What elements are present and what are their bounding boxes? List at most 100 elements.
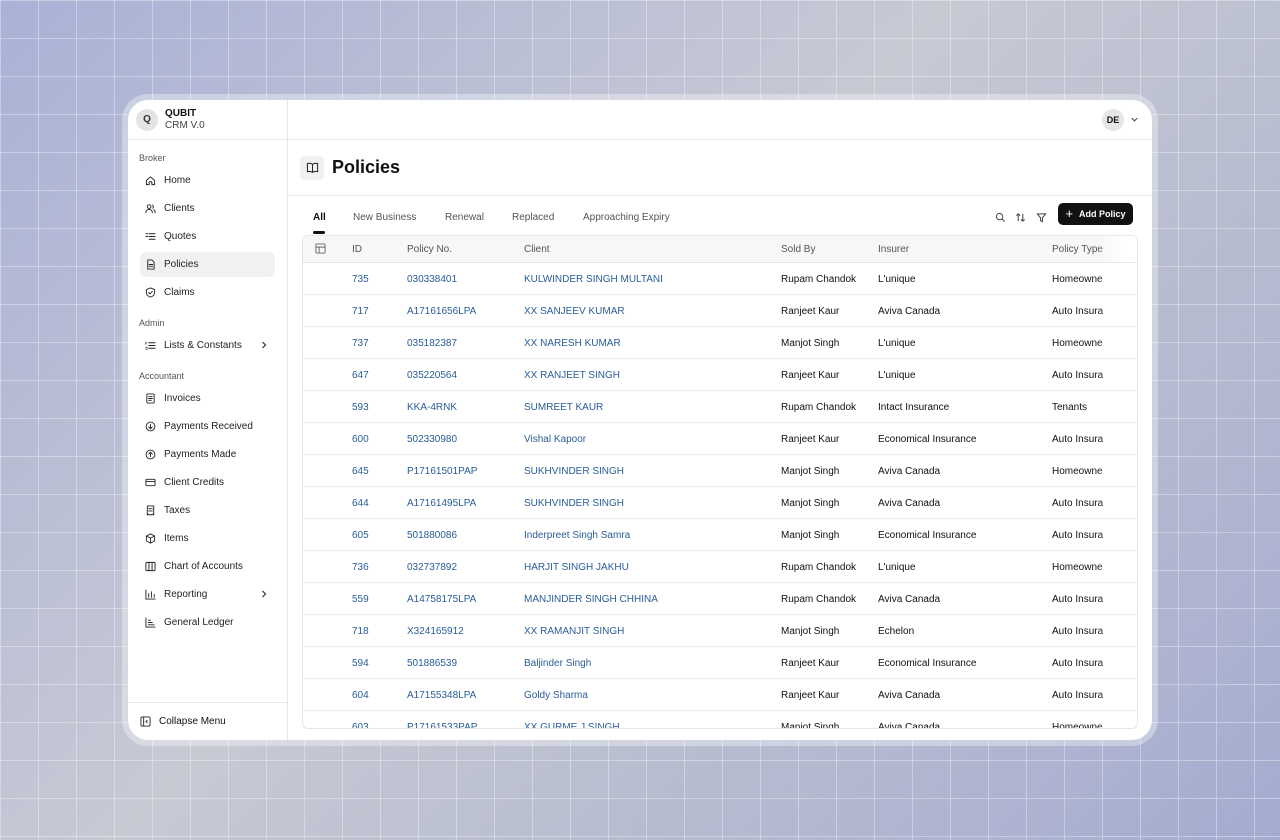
cell-client[interactable]: Baljinder Singh: [524, 658, 591, 669]
sidebar-item-lists-constants[interactable]: Lists & Constants: [140, 333, 275, 358]
cell-client[interactable]: SUKHVINDER SINGH: [524, 466, 624, 477]
column-header-policy-type[interactable]: Policy Type: [1052, 244, 1103, 255]
cell-id[interactable]: 647: [352, 370, 369, 381]
tab-replaced[interactable]: Replaced: [512, 212, 554, 223]
search-icon[interactable]: [995, 212, 1006, 223]
table-row[interactable]: 600 502330980 Vishal Kapoor Ranjeet Kaur Eco…: [303, 423, 1137, 455]
cell-policy-no[interactable]: 032737892: [407, 562, 457, 573]
table-row[interactable]: 644 A17161495LPA SUKHVINDER SINGH Manjot Si…: [303, 487, 1137, 519]
cell-policy-no[interactable]: A17155348LPA: [407, 690, 476, 701]
cell-client[interactable]: XX RAMANJIT SINGH: [524, 626, 624, 637]
cell-policy-no[interactable]: 501886539: [407, 658, 457, 669]
sidebar-item-quotes[interactable]: Quotes: [140, 224, 275, 249]
cell-sold-by: Ranjeet Kaur: [781, 658, 840, 669]
cell-id[interactable]: 600: [352, 434, 369, 445]
sidebar-item-payments-made[interactable]: Payments Made: [140, 442, 275, 467]
cell-policy-no[interactable]: P17161533PAP: [407, 722, 477, 728]
cell-client[interactable]: Inderpreet Singh Samra: [524, 530, 630, 541]
filter-icon[interactable]: [1036, 212, 1047, 223]
brand[interactable]: Q QUBIT CRM V.0: [128, 100, 287, 140]
column-header-client[interactable]: Client: [524, 244, 550, 255]
cell-client[interactable]: KULWINDER SINGH MULTANI: [524, 274, 663, 285]
user-avatar[interactable]: DE: [1102, 109, 1124, 131]
table-row[interactable]: 603 P17161533PAP XX GURME J SINGH Manjot Si…: [303, 711, 1137, 729]
sidebar-item-policies[interactable]: Policies: [140, 252, 275, 277]
cell-client[interactable]: XX GURME J SINGH: [524, 722, 620, 728]
cell-policy-no[interactable]: P17161501PAP: [407, 466, 477, 477]
sidebar-item-clients[interactable]: Clients: [140, 196, 275, 221]
table-row[interactable]: 737 035182387 XX NARESH KUMAR Manjot Singh L…: [303, 327, 1137, 359]
sidebar-item-client-credits[interactable]: Client Credits: [140, 470, 275, 495]
cell-client[interactable]: Vishal Kapoor: [524, 434, 586, 445]
cell-client[interactable]: XX SANJEEV KUMAR: [524, 306, 625, 317]
chevron-down-icon[interactable]: [1130, 115, 1139, 124]
table-row[interactable]: 717 A17161656LPA XX SANJEEV KUMAR Ranjeet K…: [303, 295, 1137, 327]
cell-policy-no[interactable]: 035220564: [407, 370, 457, 381]
cell-policy-no[interactable]: A17161495LPA: [407, 498, 476, 509]
sidebar-item-claims[interactable]: Claims: [140, 280, 275, 305]
cell-id[interactable]: 559: [352, 594, 369, 605]
cell-client[interactable]: MANJINDER SINGH CHHINA: [524, 594, 658, 605]
cell-client[interactable]: Goldy Sharma: [524, 690, 588, 701]
add-policy-button[interactable]: + Add Policy: [1058, 203, 1133, 225]
cell-client[interactable]: XX RANJEET SINGH: [524, 370, 620, 381]
column-header-id[interactable]: ID: [352, 244, 362, 255]
sidebar-item-items[interactable]: Items: [140, 526, 275, 551]
sidebar-item-reporting[interactable]: Reporting: [140, 582, 275, 607]
column-header-insurer[interactable]: Insurer: [878, 244, 909, 255]
cell-id[interactable]: 736: [352, 562, 369, 573]
cell-client[interactable]: HARJIT SINGH JAKHU: [524, 562, 629, 573]
cell-id[interactable]: 644: [352, 498, 369, 509]
cell-policy-no[interactable]: X324165912: [407, 626, 464, 637]
cell-id[interactable]: 737: [352, 338, 369, 349]
table-row[interactable]: 559 A14758175LPA MANJINDER SINGH CHHINA Rup…: [303, 583, 1137, 615]
table-row[interactable]: 736 032737892 HARJIT SINGH JAKHU Rupam Chan…: [303, 551, 1137, 583]
sidebar-item-general-ledger[interactable]: General Ledger: [140, 610, 275, 635]
cell-policy-no[interactable]: 030338401: [407, 274, 457, 285]
cell-policy-no[interactable]: A17161656LPA: [407, 306, 476, 317]
tab-renewal[interactable]: Renewal: [445, 212, 484, 223]
table-row[interactable]: 735 030338401 KULWINDER SINGH MULTANI Rupam…: [303, 263, 1137, 295]
cell-policy-no[interactable]: 502330980: [407, 434, 457, 445]
cell-id[interactable]: 603: [352, 722, 369, 728]
cell-id[interactable]: 717: [352, 306, 369, 317]
sidebar-item-home[interactable]: Home: [140, 168, 275, 193]
invoice-icon: [145, 393, 156, 404]
cell-policy-no[interactable]: 501880086: [407, 530, 457, 541]
sidebar-item-taxes[interactable]: Taxes: [140, 498, 275, 523]
cell-id[interactable]: 718: [352, 626, 369, 637]
table-row[interactable]: 645 P17161501PAP SUKHVINDER SINGH Manjot Si…: [303, 455, 1137, 487]
table-row[interactable]: 718 X324165912 XX RAMANJIT SINGH Manjot Sin…: [303, 615, 1137, 647]
cell-policy-no[interactable]: A14758175LPA: [407, 594, 476, 605]
column-header-policy-no[interactable]: Policy No.: [407, 244, 452, 255]
cell-id[interactable]: 593: [352, 402, 369, 413]
cell-id[interactable]: 645: [352, 466, 369, 477]
cell-id[interactable]: 604: [352, 690, 369, 701]
tab-all[interactable]: All: [313, 212, 326, 223]
table-row[interactable]: 647 035220564 XX RANJEET SINGH Ranjeet Kaur…: [303, 359, 1137, 391]
column-header-sold-by[interactable]: Sold By: [781, 244, 815, 255]
table-row[interactable]: 604 A17155348LPA Goldy Sharma Ranjeet Kaur A…: [303, 679, 1137, 711]
arrow-down-circle-icon: [145, 421, 156, 432]
cell-policy-no[interactable]: 035182387: [407, 338, 457, 349]
tab-new-business[interactable]: New Business: [353, 212, 416, 223]
cell-sold-by: Rupam Chandok: [781, 594, 857, 605]
cell-client[interactable]: XX NARESH KUMAR: [524, 338, 621, 349]
column-settings-icon[interactable]: [315, 243, 326, 254]
cell-id[interactable]: 605: [352, 530, 369, 541]
tab-approaching-expiry[interactable]: Approaching Expiry: [583, 212, 670, 223]
table-row[interactable]: 594 501886539 Baljinder Singh Ranjeet Kaur E…: [303, 647, 1137, 679]
cell-policy-type: Homeowne: [1052, 722, 1103, 729]
sidebar-item-chart-of-accounts[interactable]: Chart of Accounts: [140, 554, 275, 579]
cell-id[interactable]: 735: [352, 274, 369, 285]
table-row[interactable]: 593 KKA-4RNK SUMREET KAUR Rupam Chandok Inta…: [303, 391, 1137, 423]
cell-id[interactable]: 594: [352, 658, 369, 669]
sidebar-item-payments-received[interactable]: Payments Received: [140, 414, 275, 439]
sidebar-item-invoices[interactable]: Invoices: [140, 386, 275, 411]
cell-policy-no[interactable]: KKA-4RNK: [407, 402, 457, 413]
cell-client[interactable]: SUMREET KAUR: [524, 402, 603, 413]
table-row[interactable]: 605 501880086 Inderpreet Singh Samra Manjot…: [303, 519, 1137, 551]
sort-icon[interactable]: [1015, 212, 1026, 223]
cell-client[interactable]: SUKHVINDER SINGH: [524, 498, 624, 509]
collapse-menu-button[interactable]: Collapse Menu: [128, 702, 287, 740]
